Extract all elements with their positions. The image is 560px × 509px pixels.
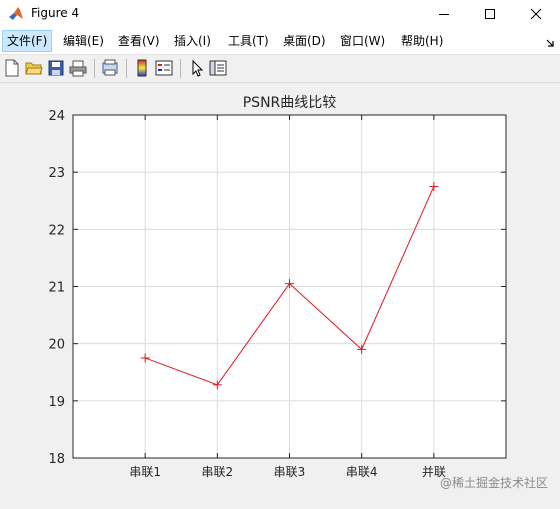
save-icon[interactable] bbox=[47, 59, 65, 77]
open-file-icon[interactable] bbox=[25, 59, 43, 77]
window-title: Figure 4 bbox=[31, 6, 80, 20]
chart-svg: PSNR曲线比较 18192021222324串联1 串联2 串联3 串联4 并联 bbox=[48, 95, 507, 479]
menu-view[interactable]: 查看(V) bbox=[114, 31, 164, 51]
legend-icon[interactable] bbox=[155, 59, 173, 77]
menu-window[interactable]: 窗口(W) bbox=[336, 31, 389, 51]
toolbar-separator bbox=[94, 59, 95, 78]
y-tick-label: 18 bbox=[48, 452, 65, 467]
menu-help[interactable]: 帮助(H) bbox=[397, 31, 447, 51]
x-tick-label: 串联2 bbox=[202, 465, 234, 479]
y-tick-label: 23 bbox=[48, 166, 65, 181]
menu-edit[interactable]: 编辑(E) bbox=[59, 31, 108, 51]
close-icon bbox=[530, 5, 542, 24]
minimize-button[interactable] bbox=[421, 0, 467, 28]
toolbar-separator bbox=[180, 59, 181, 78]
minimize-icon bbox=[438, 5, 450, 24]
matlab-logo-icon bbox=[8, 6, 24, 22]
window-titlebar: Figure 4 bbox=[0, 0, 560, 28]
close-button[interactable] bbox=[513, 0, 559, 28]
y-tick-label: 19 bbox=[48, 395, 65, 410]
menu-file[interactable]: 文件(F) bbox=[2, 30, 53, 52]
new-figure-icon[interactable] bbox=[3, 59, 21, 77]
print-icon[interactable] bbox=[69, 59, 87, 77]
x-tick-label: 串联1 bbox=[129, 465, 161, 479]
colorbar-icon[interactable] bbox=[133, 59, 151, 77]
toolbar-separator bbox=[126, 59, 127, 78]
menu-tools[interactable]: 工具(T) bbox=[224, 31, 273, 51]
figure-canvas: PSNR曲线比较 18 19 20 21 22 23 24 串联1 串联2 串联3 串联4 并联 bbox=[0, 83, 560, 505]
y-tick-label: 20 bbox=[48, 338, 65, 353]
menu-desktop[interactable]: 桌面(D) bbox=[279, 31, 330, 51]
x-tick-label: 串联4 bbox=[346, 465, 378, 479]
menu-insert[interactable]: 插入(I) bbox=[170, 31, 215, 51]
chart-title: PSNR曲线比较 bbox=[243, 95, 337, 111]
y-tick-label: 22 bbox=[48, 223, 65, 238]
maximize-button[interactable] bbox=[467, 0, 513, 28]
toolbar bbox=[0, 55, 560, 83]
print-preview-icon[interactable] bbox=[101, 59, 119, 77]
property-editor-icon[interactable] bbox=[209, 59, 227, 77]
y-tick-label: 24 bbox=[48, 109, 65, 124]
watermark: @稀土掘金技术社区 bbox=[439, 476, 548, 490]
menu-bar: 文件(F) 编辑(E) 查看(V) 插入(I) 工具(T) 桌面(D) 窗口(W… bbox=[0, 28, 560, 55]
maximize-icon bbox=[484, 5, 496, 24]
pointer-icon[interactable] bbox=[188, 59, 206, 77]
dock-arrow-icon[interactable] bbox=[544, 34, 556, 53]
x-tick-label: 串联3 bbox=[274, 465, 306, 479]
y-tick-label: 21 bbox=[48, 281, 65, 296]
